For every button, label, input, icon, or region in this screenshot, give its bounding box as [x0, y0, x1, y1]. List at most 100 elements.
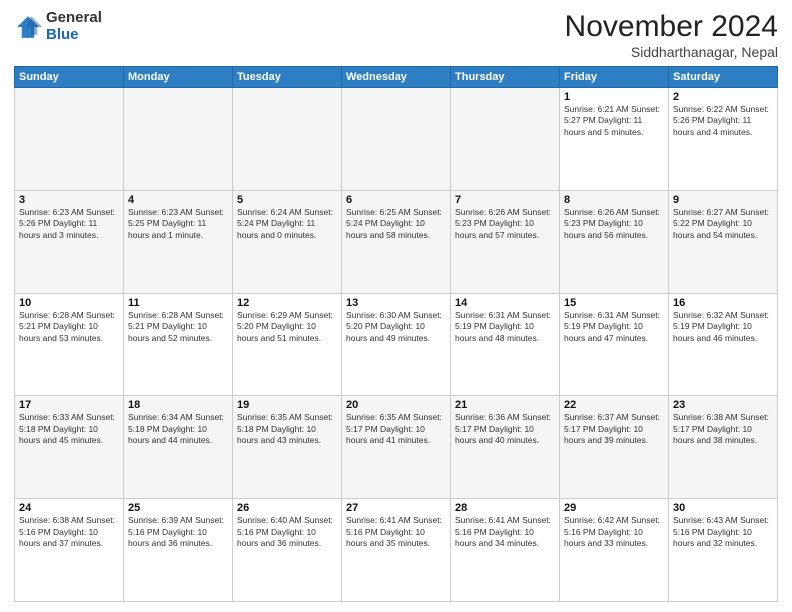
calendar-cell: 29Sunrise: 6:42 AM Sunset: 5:16 PM Dayli… [560, 499, 669, 602]
day-info: Sunrise: 6:34 AM Sunset: 5:18 PM Dayligh… [128, 412, 228, 446]
calendar-header-row: SundayMondayTuesdayWednesdayThursdayFrid… [15, 67, 778, 88]
day-number: 13 [346, 297, 446, 309]
logo-blue: Blue [46, 27, 102, 44]
day-number: 23 [673, 399, 773, 411]
day-number: 22 [564, 399, 664, 411]
logo: General Blue [14, 10, 102, 43]
calendar-cell: 23Sunrise: 6:38 AM Sunset: 5:17 PM Dayli… [669, 396, 778, 499]
calendar-cell: 19Sunrise: 6:35 AM Sunset: 5:18 PM Dayli… [233, 396, 342, 499]
day-info: Sunrise: 6:33 AM Sunset: 5:18 PM Dayligh… [19, 412, 119, 446]
day-number: 10 [19, 297, 119, 309]
calendar-table: SundayMondayTuesdayWednesdayThursdayFrid… [14, 66, 778, 602]
calendar-cell [15, 88, 124, 191]
calendar-cell: 6Sunrise: 6:25 AM Sunset: 5:24 PM Daylig… [342, 190, 451, 293]
calendar-cell: 14Sunrise: 6:31 AM Sunset: 5:19 PM Dayli… [451, 293, 560, 396]
calendar-cell: 27Sunrise: 6:41 AM Sunset: 5:16 PM Dayli… [342, 499, 451, 602]
calendar-week-3: 10Sunrise: 6:28 AM Sunset: 5:21 PM Dayli… [15, 293, 778, 396]
calendar-cell: 26Sunrise: 6:40 AM Sunset: 5:16 PM Dayli… [233, 499, 342, 602]
calendar-cell: 2Sunrise: 6:22 AM Sunset: 5:26 PM Daylig… [669, 88, 778, 191]
logo-general: General [46, 10, 102, 27]
day-info: Sunrise: 6:25 AM Sunset: 5:24 PM Dayligh… [346, 207, 446, 241]
title-section: November 2024 Siddharthanagar, Nepal [565, 10, 778, 60]
day-number: 15 [564, 297, 664, 309]
col-header-thursday: Thursday [451, 67, 560, 88]
day-info: Sunrise: 6:35 AM Sunset: 5:18 PM Dayligh… [237, 412, 337, 446]
day-info: Sunrise: 6:37 AM Sunset: 5:17 PM Dayligh… [564, 412, 664, 446]
day-number: 20 [346, 399, 446, 411]
day-number: 2 [673, 91, 773, 103]
day-number: 14 [455, 297, 555, 309]
day-info: Sunrise: 6:39 AM Sunset: 5:16 PM Dayligh… [128, 515, 228, 549]
calendar-cell: 30Sunrise: 6:43 AM Sunset: 5:16 PM Dayli… [669, 499, 778, 602]
calendar-cell: 16Sunrise: 6:32 AM Sunset: 5:19 PM Dayli… [669, 293, 778, 396]
day-number: 25 [128, 502, 228, 514]
day-info: Sunrise: 6:36 AM Sunset: 5:17 PM Dayligh… [455, 412, 555, 446]
col-header-saturday: Saturday [669, 67, 778, 88]
col-header-sunday: Sunday [15, 67, 124, 88]
day-info: Sunrise: 6:23 AM Sunset: 5:25 PM Dayligh… [128, 207, 228, 241]
day-number: 11 [128, 297, 228, 309]
day-info: Sunrise: 6:27 AM Sunset: 5:22 PM Dayligh… [673, 207, 773, 241]
day-info: Sunrise: 6:41 AM Sunset: 5:16 PM Dayligh… [346, 515, 446, 549]
col-header-friday: Friday [560, 67, 669, 88]
logo-icon [14, 13, 42, 41]
day-info: Sunrise: 6:23 AM Sunset: 5:26 PM Dayligh… [19, 207, 119, 241]
calendar-week-2: 3Sunrise: 6:23 AM Sunset: 5:26 PM Daylig… [15, 190, 778, 293]
day-info: Sunrise: 6:30 AM Sunset: 5:20 PM Dayligh… [346, 310, 446, 344]
calendar-cell: 9Sunrise: 6:27 AM Sunset: 5:22 PM Daylig… [669, 190, 778, 293]
day-info: Sunrise: 6:38 AM Sunset: 5:17 PM Dayligh… [673, 412, 773, 446]
day-number: 16 [673, 297, 773, 309]
day-number: 27 [346, 502, 446, 514]
subtitle: Siddharthanagar, Nepal [565, 44, 778, 60]
day-info: Sunrise: 6:41 AM Sunset: 5:16 PM Dayligh… [455, 515, 555, 549]
calendar-cell: 7Sunrise: 6:26 AM Sunset: 5:23 PM Daylig… [451, 190, 560, 293]
calendar-week-5: 24Sunrise: 6:38 AM Sunset: 5:16 PM Dayli… [15, 499, 778, 602]
calendar-cell: 10Sunrise: 6:28 AM Sunset: 5:21 PM Dayli… [15, 293, 124, 396]
calendar-cell: 20Sunrise: 6:35 AM Sunset: 5:17 PM Dayli… [342, 396, 451, 499]
calendar-week-1: 1Sunrise: 6:21 AM Sunset: 5:27 PM Daylig… [15, 88, 778, 191]
calendar-cell: 3Sunrise: 6:23 AM Sunset: 5:26 PM Daylig… [15, 190, 124, 293]
day-number: 8 [564, 194, 664, 206]
day-number: 12 [237, 297, 337, 309]
day-number: 18 [128, 399, 228, 411]
calendar-cell: 1Sunrise: 6:21 AM Sunset: 5:27 PM Daylig… [560, 88, 669, 191]
day-info: Sunrise: 6:28 AM Sunset: 5:21 PM Dayligh… [19, 310, 119, 344]
calendar-cell: 5Sunrise: 6:24 AM Sunset: 5:24 PM Daylig… [233, 190, 342, 293]
day-number: 3 [19, 194, 119, 206]
calendar-cell [233, 88, 342, 191]
calendar-cell: 11Sunrise: 6:28 AM Sunset: 5:21 PM Dayli… [124, 293, 233, 396]
day-info: Sunrise: 6:32 AM Sunset: 5:19 PM Dayligh… [673, 310, 773, 344]
calendar-cell: 15Sunrise: 6:31 AM Sunset: 5:19 PM Dayli… [560, 293, 669, 396]
day-number: 9 [673, 194, 773, 206]
calendar-cell: 24Sunrise: 6:38 AM Sunset: 5:16 PM Dayli… [15, 499, 124, 602]
day-number: 4 [128, 194, 228, 206]
calendar-cell: 8Sunrise: 6:26 AM Sunset: 5:23 PM Daylig… [560, 190, 669, 293]
header: General Blue November 2024 Siddharthanag… [14, 10, 778, 60]
calendar-cell: 12Sunrise: 6:29 AM Sunset: 5:20 PM Dayli… [233, 293, 342, 396]
day-number: 1 [564, 91, 664, 103]
day-info: Sunrise: 6:40 AM Sunset: 5:16 PM Dayligh… [237, 515, 337, 549]
day-number: 21 [455, 399, 555, 411]
col-header-tuesday: Tuesday [233, 67, 342, 88]
day-info: Sunrise: 6:31 AM Sunset: 5:19 PM Dayligh… [564, 310, 664, 344]
day-number: 17 [19, 399, 119, 411]
page: General Blue November 2024 Siddharthanag… [0, 0, 792, 612]
day-info: Sunrise: 6:35 AM Sunset: 5:17 PM Dayligh… [346, 412, 446, 446]
day-info: Sunrise: 6:26 AM Sunset: 5:23 PM Dayligh… [564, 207, 664, 241]
calendar-cell [124, 88, 233, 191]
calendar-cell: 25Sunrise: 6:39 AM Sunset: 5:16 PM Dayli… [124, 499, 233, 602]
logo-text: General Blue [46, 10, 102, 43]
calendar-cell: 21Sunrise: 6:36 AM Sunset: 5:17 PM Dayli… [451, 396, 560, 499]
day-info: Sunrise: 6:29 AM Sunset: 5:20 PM Dayligh… [237, 310, 337, 344]
day-info: Sunrise: 6:26 AM Sunset: 5:23 PM Dayligh… [455, 207, 555, 241]
calendar-cell: 13Sunrise: 6:30 AM Sunset: 5:20 PM Dayli… [342, 293, 451, 396]
day-info: Sunrise: 6:31 AM Sunset: 5:19 PM Dayligh… [455, 310, 555, 344]
day-number: 6 [346, 194, 446, 206]
calendar-cell: 4Sunrise: 6:23 AM Sunset: 5:25 PM Daylig… [124, 190, 233, 293]
day-info: Sunrise: 6:42 AM Sunset: 5:16 PM Dayligh… [564, 515, 664, 549]
day-number: 24 [19, 502, 119, 514]
calendar-cell: 18Sunrise: 6:34 AM Sunset: 5:18 PM Dayli… [124, 396, 233, 499]
col-header-wednesday: Wednesday [342, 67, 451, 88]
calendar-week-4: 17Sunrise: 6:33 AM Sunset: 5:18 PM Dayli… [15, 396, 778, 499]
day-number: 28 [455, 502, 555, 514]
